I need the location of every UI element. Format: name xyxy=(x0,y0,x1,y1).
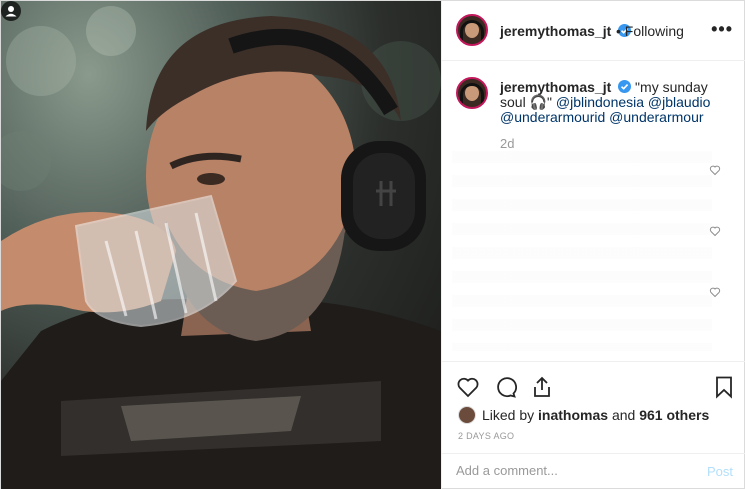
caption-time: 2d xyxy=(500,136,515,151)
mention-link[interactable]: @underarmour xyxy=(609,109,703,125)
avatar[interactable] xyxy=(456,14,488,46)
avatar-headphones xyxy=(460,83,484,105)
post-photo[interactable] xyxy=(1,1,441,489)
header-username-text[interactable]: jeremythomas_jt xyxy=(500,23,611,39)
comment-input[interactable] xyxy=(456,463,686,478)
post-side-panel: jeremythomas_jt • Following ••• jeremyth… xyxy=(441,1,745,489)
caption-avatar[interactable] xyxy=(456,77,488,109)
likes-count[interactable]: 961 others xyxy=(639,407,709,423)
likes-middle: and xyxy=(608,407,640,423)
comment-icon[interactable] xyxy=(493,375,517,399)
follow-separator: • xyxy=(616,23,621,39)
post-date[interactable]: 2 DAYS AGO xyxy=(458,431,514,441)
likes-summary[interactable]: Liked by inathomas and 961 others xyxy=(458,406,709,424)
mention-link[interactable]: @jblaudio xyxy=(648,94,710,110)
photo-illustration xyxy=(1,6,441,489)
comment-like-heart-icon[interactable] xyxy=(709,286,721,298)
liker-avatar[interactable] xyxy=(458,406,476,424)
header-username[interactable]: jeremythomas_jt xyxy=(500,23,632,39)
likes-prefix: Liked by xyxy=(482,407,539,423)
comment-like-heart-icon[interactable] xyxy=(709,225,721,237)
post-header: jeremythomas_jt • Following ••• xyxy=(442,1,745,61)
instagram-post: jeremythomas_jt • Following ••• jeremyth… xyxy=(0,0,745,489)
heart-icon[interactable] xyxy=(456,375,480,399)
mention-link[interactable]: @jblindonesia xyxy=(556,94,644,110)
caption-username[interactable]: jeremythomas_jt xyxy=(500,79,611,95)
follow-status[interactable]: • Following xyxy=(616,23,684,39)
mention-link[interactable]: @underarmourid xyxy=(500,109,605,125)
follow-button[interactable]: Following xyxy=(625,23,684,39)
caption: jeremythomas_jt "my sunday soul 🎧" @jbli… xyxy=(500,80,735,125)
share-icon[interactable] xyxy=(530,375,554,399)
liker-username[interactable]: inathomas xyxy=(538,407,608,423)
blurred-comments xyxy=(452,151,712,351)
comment-like-heart-icon[interactable] xyxy=(709,164,721,176)
post-comment-button[interactable]: Post xyxy=(707,464,733,479)
verified-badge-icon xyxy=(618,80,632,93)
bookmark-icon[interactable] xyxy=(712,375,736,399)
user-tag-icon[interactable] xyxy=(1,1,21,21)
comment-box: Post xyxy=(442,453,745,489)
more-options-button[interactable]: ••• xyxy=(711,19,733,40)
avatar-headphones xyxy=(460,20,484,42)
